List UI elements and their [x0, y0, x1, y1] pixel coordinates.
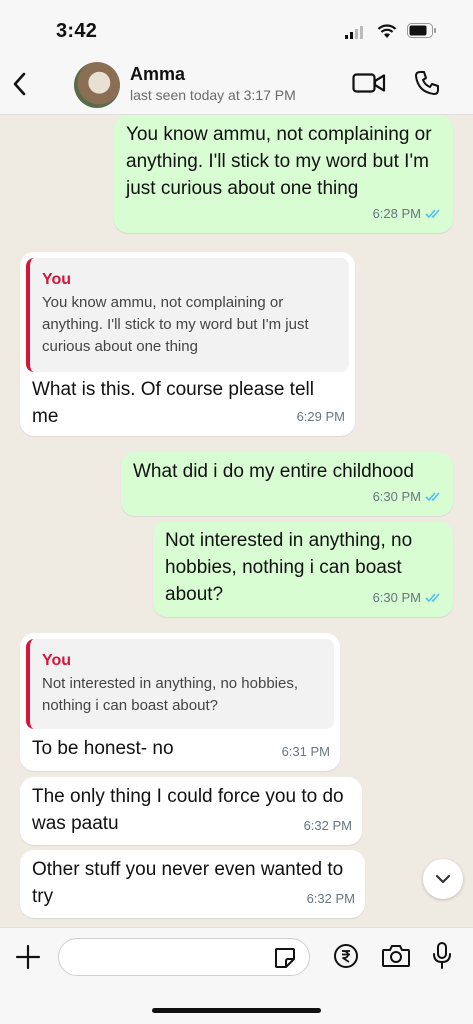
chat-header: Amma last seen today at 3:17 PM: [0, 58, 473, 115]
video-call-icon[interactable]: [352, 71, 386, 95]
last-seen: last seen today at 3:17 PM: [130, 87, 296, 103]
message-meta: 6:32 PM: [307, 885, 355, 912]
message-time: 6:32 PM: [306, 891, 355, 906]
message-time: 6:30 PM: [372, 590, 421, 605]
quoted-text: You know ammu, not complaining or anythi…: [42, 294, 309, 355]
message-meta: 6:30 PM: [373, 483, 443, 510]
home-indicator: [152, 1008, 321, 1013]
message-incoming[interactable]: The only thing I could force you to do w…: [20, 777, 362, 845]
battery-icon: [407, 23, 437, 38]
status-time: 3:42: [56, 20, 98, 42]
camera-icon[interactable]: [381, 943, 411, 969]
message-meta: 6:32 PM: [304, 812, 352, 839]
chevron-down-icon: [435, 874, 451, 884]
message-text: What did i do my entire childhood: [133, 461, 414, 482]
quoted-message[interactable]: You You know ammu, not complaining or an…: [26, 258, 349, 372]
quoted-author: You: [42, 271, 72, 288]
message-incoming[interactable]: Other stuff you never even wanted to try…: [20, 850, 365, 918]
read-ticks-icon: [425, 592, 443, 603]
message-input[interactable]: [58, 938, 310, 976]
status-bar: 3:42: [0, 0, 473, 58]
message-time: 6:31 PM: [281, 744, 330, 759]
message-meta: 6:31 PM: [282, 738, 330, 765]
composer-bar: [0, 927, 473, 1024]
signal-icon: [345, 26, 365, 39]
message-text: Other stuff you never even wanted to try: [32, 859, 344, 907]
back-icon[interactable]: [10, 71, 30, 97]
message-meta: 6:30 PM: [373, 584, 443, 611]
message-meta: 6:28 PM: [373, 200, 443, 227]
message-meta: 6:29 PM: [297, 403, 345, 430]
quoted-author: You: [42, 652, 72, 669]
message-text: You know ammu, not complaining or anythi…: [126, 124, 432, 199]
message-outgoing[interactable]: What did i do my entire childhood 6:30 P…: [121, 452, 453, 516]
plus-icon[interactable]: [15, 944, 41, 970]
read-ticks-icon: [425, 491, 443, 502]
contact-name[interactable]: Amma: [130, 64, 185, 85]
avatar[interactable]: [74, 62, 120, 108]
message-time: 6:29 PM: [296, 409, 345, 424]
quoted-message[interactable]: You Not interested in anything, no hobbi…: [26, 639, 334, 729]
wifi-icon: [377, 24, 397, 39]
message-time: 6:30 PM: [372, 489, 421, 504]
message-list[interactable]: You know ammu, not complaining or anythi…: [0, 115, 473, 927]
message-time: 6:32 PM: [303, 818, 352, 833]
message-incoming[interactable]: You Not interested in anything, no hobbi…: [20, 633, 340, 771]
microphone-icon[interactable]: [432, 941, 452, 971]
message-incoming[interactable]: You You know ammu, not complaining or an…: [20, 252, 355, 436]
quoted-text: Not interested in anything, no hobbies, …: [42, 675, 299, 714]
message-outgoing[interactable]: Not interested in anything, no hobbies, …: [153, 521, 453, 617]
sticker-icon[interactable]: [273, 946, 297, 970]
scroll-to-bottom-button[interactable]: [423, 859, 463, 899]
message-outgoing[interactable]: You know ammu, not complaining or anythi…: [114, 115, 453, 233]
message-time: 6:28 PM: [372, 206, 421, 221]
rupee-payment-icon[interactable]: [333, 943, 359, 969]
voice-call-icon[interactable]: [413, 69, 441, 97]
message-text: The only thing I could force you to do w…: [32, 786, 344, 834]
read-ticks-icon: [425, 208, 443, 219]
